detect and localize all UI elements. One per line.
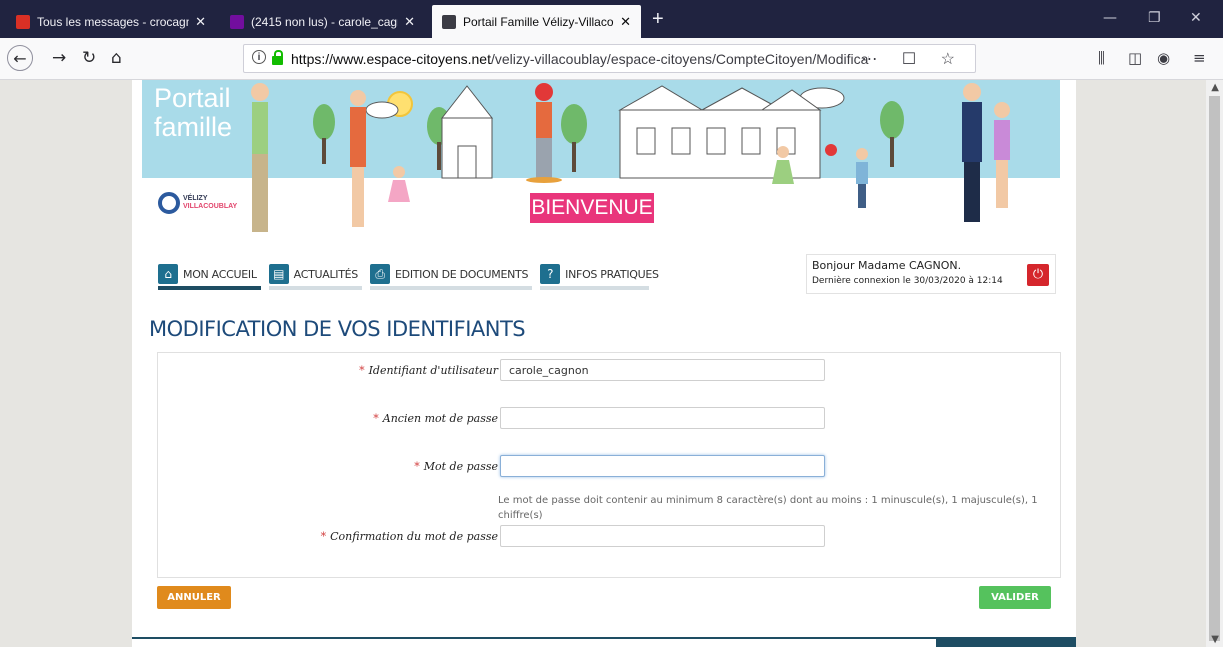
submit-button[interactable]: Valider <box>979 586 1051 609</box>
nav-item-edition-documents[interactable]: ⎙ Edition de documents <box>370 262 533 290</box>
page-title: MODIFICATION DE VOS IDENTIFIANTS <box>149 317 526 341</box>
info-icon: ? <box>540 264 561 284</box>
page-footer <box>132 637 1076 647</box>
restore-icon[interactable]: ❐ <box>1148 10 1161 26</box>
url-text[interactable]: https://www.espace-citoyens.net/velizy-v… <box>291 51 869 67</box>
news-icon: ▤ <box>268 264 289 284</box>
last-login: Dernière connexion le 30/03/2020 à 12:14 <box>812 276 1003 286</box>
back-icon[interactable]: ← <box>7 45 33 71</box>
nav-item-label: Infos pratiques <box>565 267 659 281</box>
password-label: * Mot de passe <box>414 460 498 473</box>
page-icon <box>442 14 456 29</box>
account-icon[interactable]: ◉ <box>1157 49 1170 67</box>
header-banner: Portail famille VÉLIZY VILLACOUBLAY BIENV… <box>142 80 1060 245</box>
page-scrollbar[interactable]: ▲ ▼ <box>1206 80 1223 647</box>
printer-icon: ⎙ <box>370 264 390 284</box>
window-close-icon[interactable]: ✕ <box>1190 10 1202 26</box>
close-icon[interactable]: ✕ <box>398 14 415 30</box>
mail-icon <box>16 14 30 29</box>
menu-icon[interactable]: ≡ <box>1193 49 1206 67</box>
confirm-password-field[interactable] <box>500 525 825 547</box>
user-info-box: Bonjour Madame CAGNON. Dernière connexio… <box>806 254 1056 294</box>
username-label: * Identifiant d'utilisateur <box>359 364 498 377</box>
nav-item-label: Mon accueil <box>183 267 257 281</box>
welcome-banner: BIENVENUE <box>514 193 670 223</box>
browser-toolbar: ← → ↻ ⌂ i https://www.espace-citoyens.ne… <box>0 38 1223 80</box>
tab-yahoo-mail[interactable]: (2415 non lus) - carole_cagnon ✕ <box>220 5 425 38</box>
site-info-icon[interactable]: i <box>252 50 266 64</box>
logout-icon[interactable]: ⏻ <box>1027 264 1049 286</box>
scroll-down-icon[interactable]: ▼ <box>1211 634 1219 645</box>
credentials-form: *Identifiant d'utilisateur *Ancien mot d… <box>157 352 1061 578</box>
library-icon[interactable]: ⫼ <box>1098 49 1105 67</box>
home-icon: ⌂ <box>158 264 178 284</box>
tab-gmail[interactable]: Tous les messages - crocagnon ✕ <box>6 5 216 38</box>
page-viewport: Portail famille VÉLIZY VILLACOUBLAY BIENV… <box>0 80 1223 647</box>
old-password-field[interactable] <box>500 407 825 429</box>
username-field[interactable] <box>500 359 825 381</box>
user-greeting: Bonjour Madame CAGNON. <box>812 259 962 272</box>
scroll-up-icon[interactable]: ▲ <box>1211 82 1219 93</box>
browser-tab-bar: Tous les messages - crocagnon ✕ (2415 no… <box>0 0 1223 38</box>
page-container: Portail famille VÉLIZY VILLACOUBLAY BIENV… <box>132 80 1076 647</box>
nav-item-infos-pratiques[interactable]: ? Infos pratiques <box>540 262 659 290</box>
tab-label: Tous les messages - crocagnon <box>37 14 189 29</box>
scroll-thumb[interactable] <box>1209 96 1220 641</box>
velizy-logo: VÉLIZY VILLACOUBLAY <box>158 192 237 214</box>
minimize-icon[interactable]: — <box>1103 10 1117 26</box>
new-tab-button[interactable]: + <box>652 9 664 29</box>
tab-label: Portail Famille Vélizy-Villacoublay <box>463 14 614 29</box>
close-icon[interactable]: ✕ <box>614 14 631 30</box>
page-actions-icons[interactable]: ⋯ ☐ ☆ <box>861 49 965 69</box>
portail-famille-logo: Portail famille <box>154 83 233 142</box>
confirm-password-label: * Confirmation du mot de passe <box>320 530 498 543</box>
nav-item-actualites[interactable]: ▤ Actualités <box>268 262 362 290</box>
tab-portail-famille[interactable]: Portail Famille Vélizy-Villacoublay ✕ <box>432 5 641 38</box>
nav-item-label: Actualités <box>293 267 359 281</box>
password-help-text: Le mot de passe doit contenir au minimum… <box>498 495 1038 521</box>
reload-icon[interactable]: ↻ <box>82 47 96 69</box>
sidebar-icon[interactable]: ◫ <box>1128 49 1142 67</box>
lock-icon <box>272 50 283 65</box>
main-navigation: ⌂ Mon accueil ▤ Actualités ⎙ Edition de … <box>158 262 659 292</box>
old-password-label: * Ancien mot de passe <box>373 412 498 425</box>
new-password-field[interactable] <box>500 455 825 477</box>
nav-item-mon-accueil[interactable]: ⌂ Mon accueil <box>158 262 261 290</box>
yahoo-mail-icon <box>230 14 244 29</box>
close-icon[interactable]: ✕ <box>189 14 206 30</box>
cancel-button[interactable]: Annuler <box>157 586 231 609</box>
nav-item-label: Edition de documents <box>395 267 529 281</box>
tab-label: (2415 non lus) - carole_cagnon <box>251 14 398 29</box>
url-bar[interactable]: i https://www.espace-citoyens.net/velizy… <box>243 44 976 73</box>
forward-icon[interactable]: → <box>52 47 66 69</box>
home-icon[interactable]: ⌂ <box>111 47 122 69</box>
